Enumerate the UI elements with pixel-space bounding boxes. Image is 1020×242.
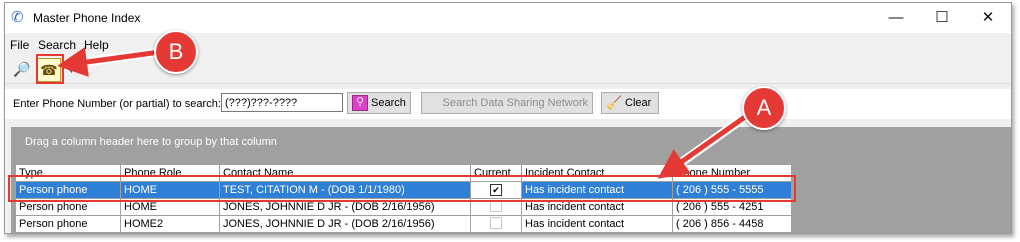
arrow-a [657, 109, 754, 179]
callout-b: B [154, 30, 198, 74]
callout-a: A [742, 86, 786, 130]
annotation-arrows [57, 47, 755, 179]
